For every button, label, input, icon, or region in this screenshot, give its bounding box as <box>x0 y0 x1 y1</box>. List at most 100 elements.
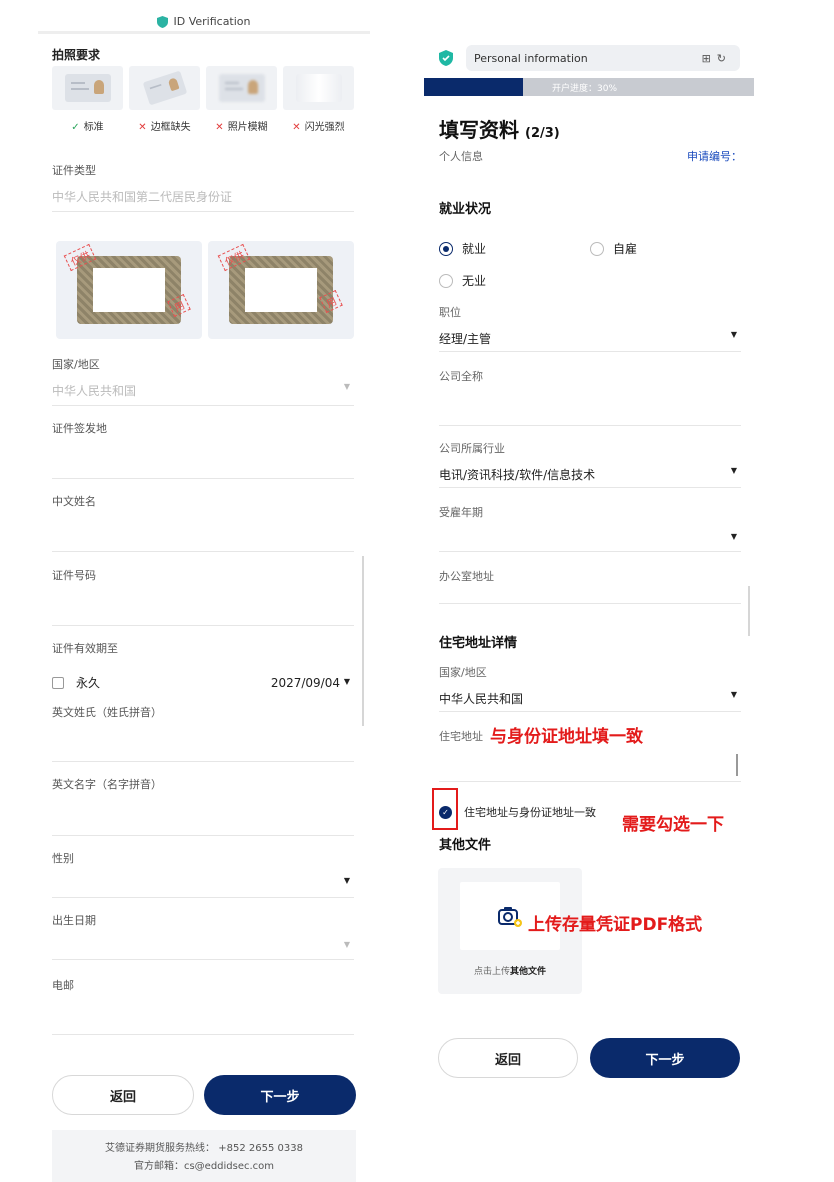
window-title: ID Verification <box>173 15 251 28</box>
email-field[interactable]: 电邮 <box>52 977 354 1035</box>
camera-add-icon <box>498 907 522 927</box>
company-name-label: 公司全称 <box>439 370 483 383</box>
permanent-label: 永久 <box>76 676 101 690</box>
position-field[interactable]: 职位 经理/主管 ▼ <box>439 304 741 352</box>
scrollbar[interactable] <box>362 556 364 726</box>
email-text: 官方邮箱：cs@eddidsec.com <box>133 1161 275 1172</box>
upload-label: 点击上传其他文件 <box>438 964 582 977</box>
employ-years-field[interactable]: 受雇年期 ▼ <box>439 504 741 552</box>
issue-place-field[interactable]: 证件签发地 <box>52 420 354 479</box>
chevron-down-icon: ▼ <box>730 330 737 339</box>
back-button[interactable]: 返回 <box>438 1038 578 1078</box>
other-docs-title: 其他文件 <box>439 838 492 853</box>
en-surname-field[interactable]: 英文姓氏（姓氏拼音） <box>52 704 354 762</box>
industry-field[interactable]: 公司所属行业 电讯/资讯科技/软件/信息技术 ▼ <box>439 440 741 488</box>
shield-icon <box>439 50 453 66</box>
country-field[interactable]: 国家/地区 中华人民共和国 ▼ <box>52 356 354 406</box>
bookmark-icon[interactable]: ⊞ <box>702 52 717 65</box>
en-surname-label: 英文姓氏（姓氏拼音） <box>52 706 162 719</box>
en-given-field[interactable]: 英文名字（名字拼音） <box>52 776 354 836</box>
next-button[interactable]: 下一步 <box>590 1038 740 1078</box>
right-screen: Personal information ⊞↻ 开户进度：30% 填写资料 (2/… <box>424 42 754 1102</box>
window-title-bar: ID Verification <box>38 12 370 34</box>
back-button[interactable]: 返回 <box>52 1075 194 1115</box>
req-thumb-blurry <box>206 66 277 110</box>
url-bar[interactable]: Personal information ⊞↻ <box>466 45 740 71</box>
chinese-name-label: 中文姓名 <box>52 495 96 508</box>
req-label-flash: 闪光强烈 <box>304 122 345 133</box>
scrollbar[interactable] <box>748 586 750 636</box>
same-address-checkbox-row[interactable]: ✓ 住宅地址与身份证地址一致 <box>439 804 596 820</box>
progress-fill <box>424 78 523 96</box>
radio-employed[interactable]: 就业 <box>439 240 486 257</box>
section-subtitle: 个人信息 <box>439 150 483 163</box>
country-value: 中华人民共和国 <box>52 384 137 398</box>
radio-icon[interactable] <box>439 273 453 288</box>
permanent-checkbox[interactable] <box>52 676 64 689</box>
expiry-label: 证件有效期至 <box>52 642 118 655</box>
photo-requirements-title: 拍照要求 <box>52 48 101 62</box>
req-label-blurry: 照片模糊 <box>227 122 268 133</box>
req-thumb-missing-border <box>129 66 200 110</box>
radio-icon[interactable] <box>439 241 453 256</box>
radio-unemployed[interactable]: 无业 <box>439 272 486 289</box>
res-country-field[interactable]: 国家/地区 中华人民共和国 ▼ <box>439 664 741 712</box>
radio-icon[interactable] <box>590 241 604 256</box>
expiry-date[interactable]: 2027/09/04 <box>271 676 340 690</box>
industry-value: 电讯/资讯科技/软件/信息技术 <box>439 468 596 482</box>
industry-label: 公司所属行业 <box>439 442 505 455</box>
upload-label-prefix: 点击上传 <box>473 967 510 977</box>
checkmark-icon[interactable]: ✓ <box>439 805 452 819</box>
chevron-down-icon: ▼ <box>343 940 350 949</box>
annotation-address: 与身份证地址填一致 <box>490 727 643 747</box>
radio-label: 就业 <box>462 242 487 256</box>
chevron-down-icon: ▼ <box>730 466 737 475</box>
annotation-check: 需要勾选一下 <box>622 815 724 835</box>
expiry-field: 证件有效期至 <box>52 640 354 700</box>
same-address-label: 住宅地址与身份证地址一致 <box>464 806 596 819</box>
photo-requirements: ✓ 标准 ✕ 边框缺失 ✕ 照片模糊 ✕ 闪光强烈 <box>52 66 354 133</box>
next-button[interactable]: 下一步 <box>204 1075 356 1115</box>
res-country-value: 中华人民共和国 <box>439 692 524 706</box>
id-back-photo[interactable]: 仅供 用 <box>208 241 354 339</box>
id-number-label: 证件号码 <box>52 569 96 582</box>
radio-label: 无业 <box>462 274 487 288</box>
doc-type-field[interactable]: 证件类型 中华人民共和国第二代居民身份证 <box>52 162 354 212</box>
application-number-label: 申请编号： <box>687 150 742 163</box>
expiry-row: 永久 2027/09/04 ▼ <box>52 674 354 691</box>
office-address-field[interactable]: 办公室地址 <box>439 568 741 604</box>
cross-icon: ✕ <box>292 122 301 133</box>
gender-field[interactable]: 性别 ▼ <box>52 850 354 898</box>
upload-label-bold: 其他文件 <box>510 967 547 977</box>
chevron-down-icon: ▼ <box>730 532 737 541</box>
url-text: Personal information <box>474 51 588 65</box>
left-button-row: 返回 下一步 <box>52 1075 356 1115</box>
doc-type-label: 证件类型 <box>52 164 96 177</box>
id-number-field[interactable]: 证件号码 <box>52 567 354 626</box>
chinese-name-field[interactable]: 中文姓名 <box>52 493 354 552</box>
page-title-text: 填写资料 <box>439 118 519 142</box>
progress-bar: 开户进度：30% <box>424 78 754 96</box>
annotation-upload: 上传存量凭证PDF格式 <box>528 915 703 935</box>
gender-label: 性别 <box>52 852 74 865</box>
req-flash: ✕ 闪光强烈 <box>283 66 354 133</box>
birth-date-label: 出生日期 <box>52 914 96 927</box>
birth-date-field[interactable]: 出生日期 ▼ <box>52 912 354 960</box>
en-given-label: 英文名字（名字拼音） <box>52 778 162 791</box>
company-name-field[interactable]: 公司全称 <box>439 368 741 426</box>
id-front-photo[interactable]: 仅供 用 <box>56 241 202 339</box>
req-blurry: ✕ 照片模糊 <box>206 66 277 133</box>
cross-icon: ✕ <box>138 122 147 133</box>
radio-self-employed[interactable]: 自雇 <box>590 240 637 257</box>
email-label: 电邮 <box>52 979 74 992</box>
chevron-down-icon: ▼ <box>343 876 350 885</box>
chevron-down-icon[interactable]: ▼ <box>344 677 350 686</box>
right-button-row: 返回 下一步 <box>438 1038 740 1078</box>
chevron-down-icon: ▼ <box>730 690 737 699</box>
cross-icon: ✕ <box>215 122 224 133</box>
progress-text: 开户进度：30% <box>552 84 618 94</box>
refresh-icon[interactable]: ↻ <box>717 52 732 65</box>
chevron-down-icon: ▼ <box>343 382 350 391</box>
country-label: 国家/地区 <box>52 358 100 371</box>
req-missing-border: ✕ 边框缺失 <box>129 66 200 133</box>
